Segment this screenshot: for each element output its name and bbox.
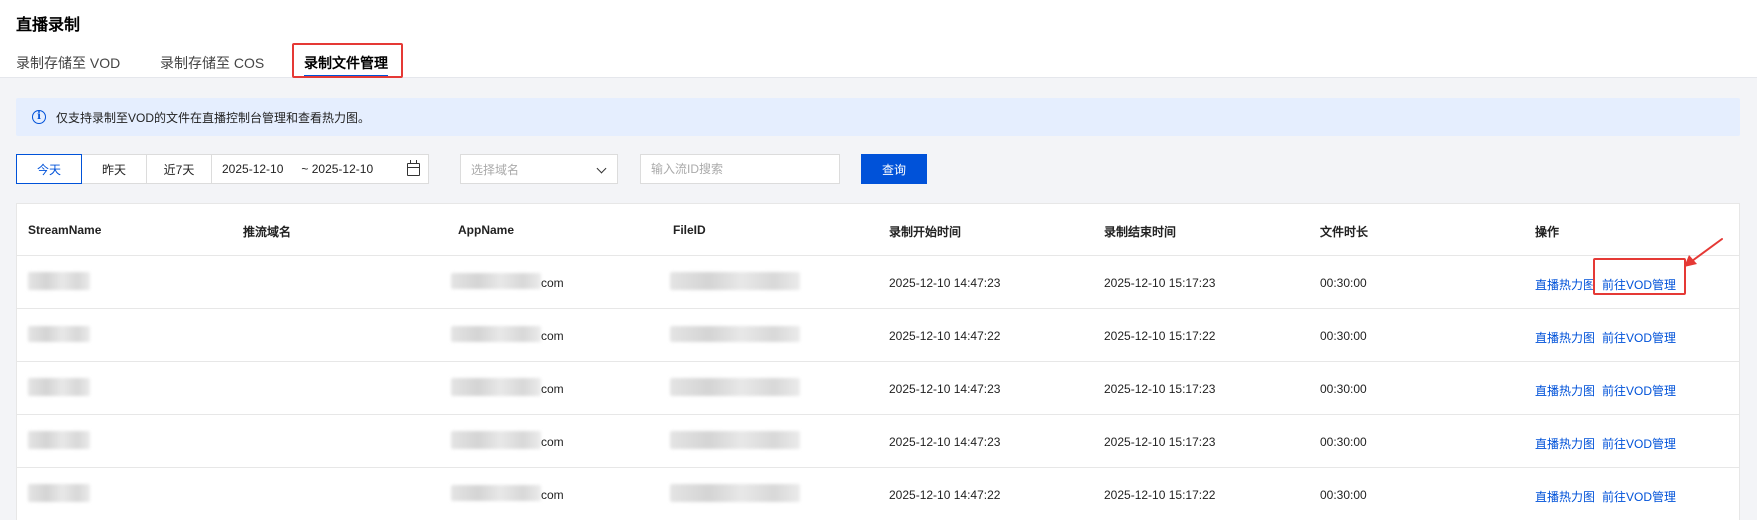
col-app-name: AppName (458, 223, 515, 237)
redacted-file-id (670, 484, 800, 502)
app-name-suffix: com (541, 488, 564, 502)
info-icon: i (32, 110, 46, 124)
annotation-arrow-icon (1684, 238, 1723, 267)
notice-banner: i 仅支持录制至VOD的文件在直播控制台管理和查看热力图。 (16, 98, 1740, 136)
file-duration: 00:30:00 (1320, 276, 1367, 290)
live-heatmap-link[interactable]: 直播热力图 (1535, 435, 1595, 452)
table-row: com 2025-12-10 14:47:23 2025-12-10 15:17… (17, 362, 1739, 415)
redacted-app-name (451, 326, 541, 342)
table-row: com 2025-12-10 14:47:23 2025-12-10 15:17… (17, 256, 1739, 309)
chevron-down-icon (596, 163, 607, 174)
file-duration: 00:30:00 (1320, 382, 1367, 396)
live-heatmap-link[interactable]: 直播热力图 (1535, 382, 1595, 399)
page-title: 直播录制 (16, 17, 81, 34)
col-push-domain: 推流域名 (243, 225, 292, 239)
col-duration: 文件时长 (1320, 225, 1369, 239)
redacted-app-name (451, 273, 541, 289)
tab-record-vod[interactable]: 录制存储至 VOD (16, 53, 120, 73)
goto-vod-manage-link[interactable]: 前往VOD管理 (1602, 488, 1676, 505)
goto-vod-manage-link[interactable]: 前往VOD管理 (1602, 382, 1676, 399)
domain-select-placeholder: 选择域名 (471, 162, 520, 177)
live-heatmap-link[interactable]: 直播热力图 (1535, 276, 1595, 293)
record-start-time: 2025-12-10 14:47:23 (889, 382, 1001, 396)
col-file-id: FileID (673, 223, 706, 237)
tab-record-cos[interactable]: 录制存储至 COS (160, 53, 264, 73)
record-end-time: 2025-12-10 15:17:23 (1104, 276, 1216, 290)
app-name-suffix: com (541, 382, 564, 396)
file-duration: 00:30:00 (1320, 488, 1367, 502)
redacted-file-id (670, 378, 800, 396)
col-stream-name: StreamName (28, 223, 102, 237)
table-row: com 2025-12-10 14:47:22 2025-12-10 15:17… (17, 468, 1739, 520)
goto-vod-manage-link[interactable]: 前往VOD管理 (1602, 329, 1676, 346)
table-header: StreamName 推流域名 AppName FileID 录制开始时间 录制… (17, 204, 1739, 256)
file-duration: 00:30:00 (1320, 435, 1367, 449)
record-start-time: 2025-12-10 14:47:22 (889, 488, 1001, 502)
page-header: 直播录制 录制存储至 VOD 录制存储至 COS 录制文件管理 (0, 0, 1757, 78)
app-name-suffix: com (541, 329, 564, 343)
record-end-time: 2025-12-10 15:17:23 (1104, 435, 1216, 449)
col-actions: 操作 (1535, 225, 1560, 239)
redacted-stream-name (28, 431, 90, 449)
start-date: 2025-12-10 (222, 162, 284, 176)
redacted-stream-name (28, 378, 90, 396)
redacted-app-name (451, 485, 541, 501)
record-start-time: 2025-12-10 14:47:22 (889, 329, 1001, 343)
app-name-suffix: com (541, 435, 564, 449)
goto-vod-manage-link[interactable]: 前往VOD管理 (1602, 435, 1676, 452)
date-last7-button[interactable]: 近7天 (146, 154, 212, 184)
record-file-table: StreamName 推流域名 AppName FileID 录制开始时间 录制… (16, 203, 1740, 520)
stream-id-search-input[interactable] (640, 154, 840, 184)
date-filter-group: 今天 昨天 近7天 2025-12-10 ~ 2025-12-10 (16, 154, 429, 184)
annotation-highlight-tab (292, 43, 403, 78)
redacted-app-name (451, 431, 541, 449)
live-heatmap-link[interactable]: 直播热力图 (1535, 329, 1595, 346)
record-end-time: 2025-12-10 15:17:22 (1104, 488, 1216, 502)
end-date: ~ 2025-12-10 (301, 162, 374, 176)
table-row: com 2025-12-10 14:47:22 2025-12-10 15:17… (17, 309, 1739, 362)
app-name-suffix: com (541, 276, 564, 290)
date-yesterday-button[interactable]: 昨天 (81, 154, 147, 184)
date-today-button[interactable]: 今天 (16, 154, 82, 184)
redacted-file-id (670, 431, 800, 449)
record-end-time: 2025-12-10 15:17:22 (1104, 329, 1216, 343)
record-end-time: 2025-12-10 15:17:23 (1104, 382, 1216, 396)
file-duration: 00:30:00 (1320, 329, 1367, 343)
table-row: com 2025-12-10 14:47:23 2025-12-10 15:17… (17, 415, 1739, 468)
redacted-stream-name (28, 272, 90, 290)
record-start-time: 2025-12-10 14:47:23 (889, 435, 1001, 449)
redacted-stream-name (28, 484, 90, 502)
notice-text: 仅支持录制至VOD的文件在直播控制台管理和查看热力图。 (56, 110, 371, 125)
live-heatmap-link[interactable]: 直播热力图 (1535, 488, 1595, 505)
domain-select[interactable]: 选择域名 (460, 154, 618, 184)
redacted-file-id (670, 272, 800, 290)
date-range-picker[interactable]: 2025-12-10 ~ 2025-12-10 (211, 154, 429, 184)
record-start-time: 2025-12-10 14:47:23 (889, 276, 1001, 290)
query-button[interactable]: 查询 (861, 154, 927, 184)
redacted-stream-name (28, 326, 90, 342)
calendar-icon (407, 160, 420, 176)
redacted-app-name (451, 378, 541, 396)
col-record-end: 录制结束时间 (1104, 225, 1177, 239)
col-record-start: 录制开始时间 (889, 225, 962, 239)
redacted-file-id (670, 326, 800, 342)
